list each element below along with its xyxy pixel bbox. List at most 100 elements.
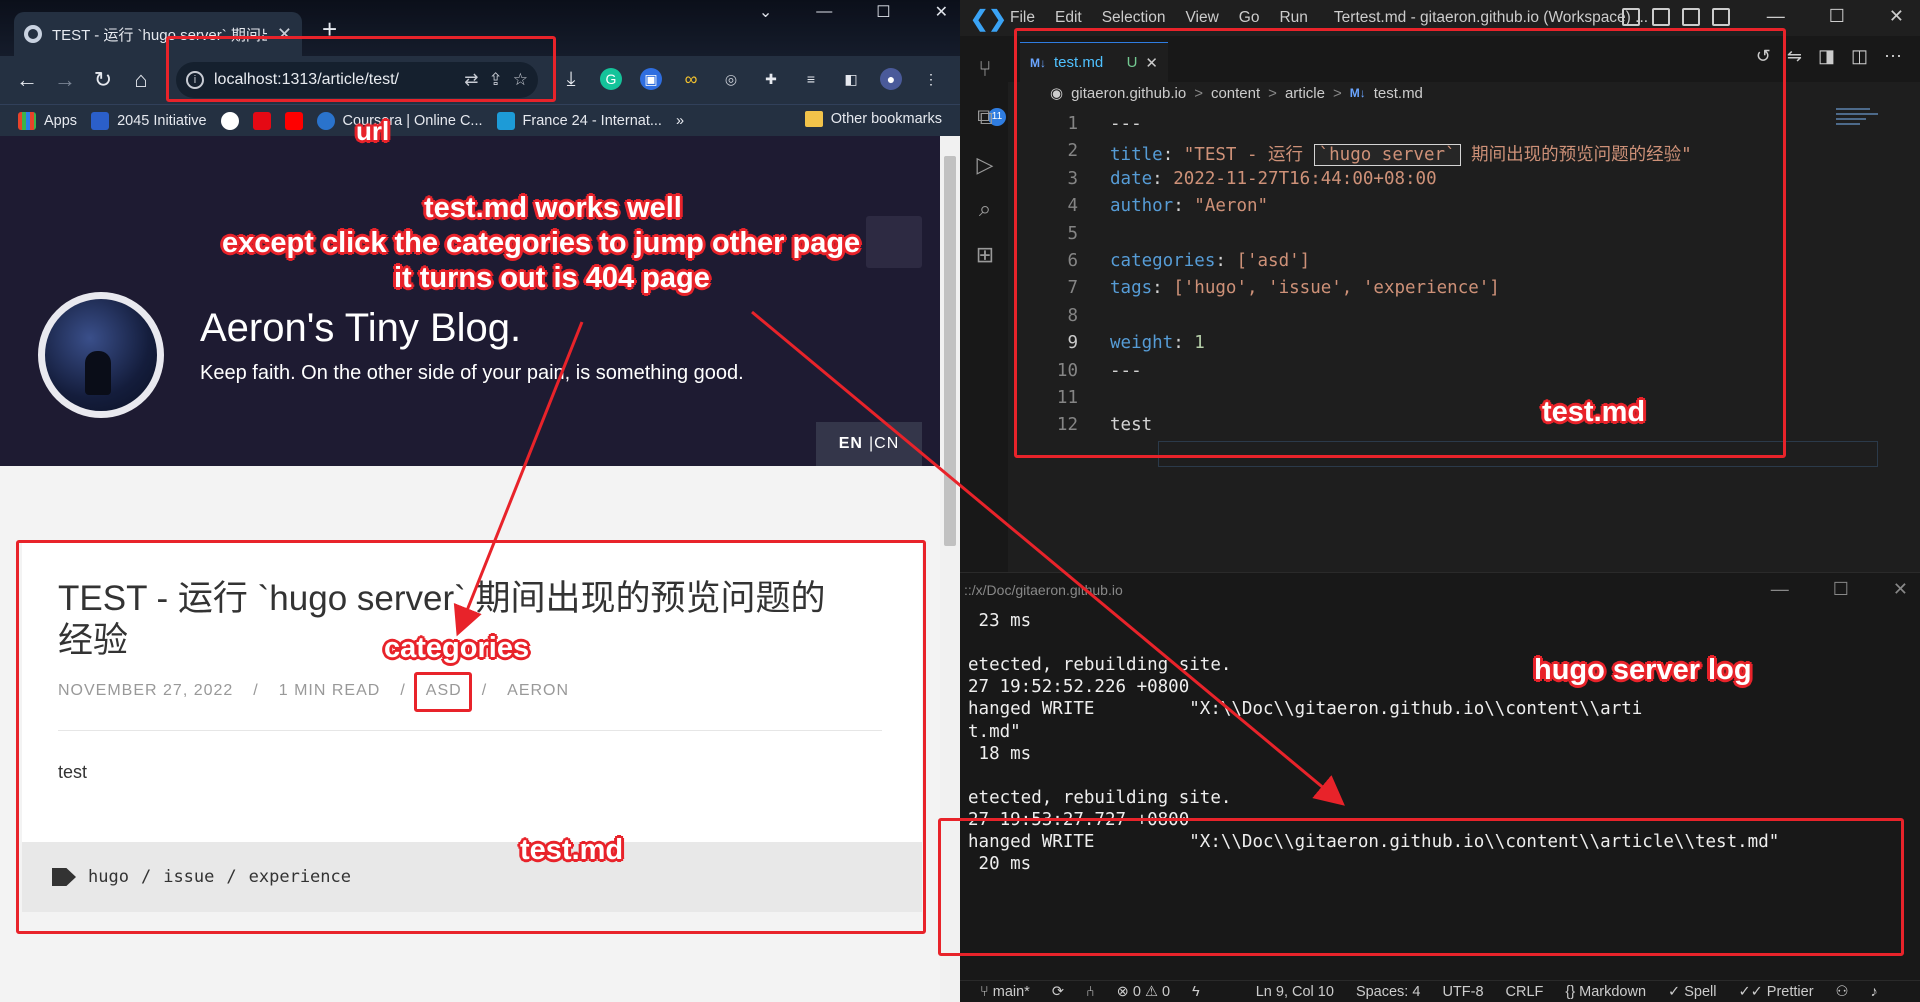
toggle-panel-icon[interactable] <box>1652 8 1670 26</box>
tab-search-icon[interactable]: ⌄ <box>759 2 772 22</box>
language-mode[interactable]: {} Markdown <box>1565 984 1646 1000</box>
avatar[interactable] <box>38 292 164 418</box>
profile-avatar-icon[interactable]: ● <box>880 68 902 90</box>
language-label: Markdown <box>1579 983 1647 1000</box>
terminal-line: etected, rebuilding site. <box>968 655 1232 676</box>
accounts-icon[interactable]: ⚇ <box>1836 984 1849 1000</box>
hamburger-menu-button[interactable] <box>866 216 922 268</box>
minimize-icon[interactable]: — <box>1767 6 1785 27</box>
reload-icon[interactable]: ↻ <box>84 67 122 93</box>
home-icon[interactable]: ⌂ <box>122 67 160 93</box>
bookmark-google[interactable] <box>220 111 239 130</box>
terminal-path: ::/x/Doc/gitaeron.github.io <box>964 582 1123 598</box>
playlist-icon[interactable]: ≡ <box>800 68 822 90</box>
explorer-icon[interactable]: ⧉ <box>972 104 998 130</box>
vscode-window-controls: — ☐ ✕ <box>1767 6 1904 27</box>
more-bookmarks-chevron[interactable]: » <box>676 113 684 129</box>
annotation-headline-2: except click the categories to jump othe… <box>222 227 861 259</box>
spell-status[interactable]: ✓ Spell <box>1668 984 1716 1000</box>
toggle-secondary-sidebar-icon[interactable] <box>1682 8 1700 26</box>
menu-file[interactable]: File <box>1010 9 1035 27</box>
puzzle-icon[interactable]: ✚ <box>760 68 782 90</box>
prettier-status[interactable]: ✓✓ Prettier <box>1738 984 1813 1000</box>
annotation-box-category <box>414 672 472 712</box>
annotation-headline-3: it turns out is 404 page <box>394 262 710 294</box>
branch-status[interactable]: ⑂ main* <box>980 984 1030 1000</box>
bookmark-netflix[interactable] <box>252 111 271 130</box>
lang-en[interactable]: EN <box>839 435 863 453</box>
maximize-icon[interactable]: ☐ <box>1833 579 1849 600</box>
menu-selection[interactable]: Selection <box>1102 9 1166 27</box>
close-window-icon[interactable]: ✕ <box>1889 6 1904 27</box>
infinity-icon[interactable]: ∞ <box>680 68 702 90</box>
encoding[interactable]: UTF-8 <box>1442 984 1483 1000</box>
terminal-line: hanged WRITE "X:\\Doc\\gitaeron.github.i… <box>968 699 1643 720</box>
prettier-label: Prettier <box>1766 983 1814 1000</box>
close-icon[interactable]: ✕ <box>1893 579 1908 600</box>
side-panel-icon[interactable]: ◧ <box>840 68 862 90</box>
terminal-window-controls: — ☐ ✕ <box>1771 579 1908 600</box>
maximize-icon[interactable]: ☐ <box>1829 6 1845 27</box>
back-icon[interactable]: ← <box>8 67 46 93</box>
bookmark-coursera[interactable]: Coursera | Online C... <box>316 111 483 130</box>
terminal-line: 27 19:52:52.226 +0800 <box>968 677 1190 698</box>
youtube-icon <box>284 111 303 130</box>
menu-run[interactable]: Run <box>1279 9 1307 27</box>
toggle-sidebar-icon[interactable] <box>1622 8 1640 26</box>
source-control-icon[interactable]: ⑂ <box>972 56 998 82</box>
lang-cn[interactable]: |CN <box>869 435 899 453</box>
split-editor-icon[interactable]: ◫ <box>1851 46 1868 67</box>
forward-icon[interactable]: → <box>46 67 84 93</box>
run-debug-icon[interactable]: ▷ <box>972 152 998 178</box>
problems-status[interactable]: ⊗ 0 ⚠ 0 <box>1117 984 1170 1000</box>
terminal-line: etected, rebuilding site. <box>968 787 1232 808</box>
menu-go[interactable]: Go <box>1239 9 1260 27</box>
cursor-position[interactable]: Ln 9, Col 10 <box>1256 984 1334 1000</box>
maximize-icon[interactable]: ☐ <box>876 2 890 22</box>
line-ending[interactable]: CRLF <box>1506 984 1544 1000</box>
blog-header: Aeron's Tiny Blog. Keep faith. On the ot… <box>0 136 940 466</box>
minimap[interactable] <box>1836 108 1896 148</box>
notifications-bell-icon[interactable]: ♪ <box>1871 984 1878 1000</box>
incognito-extension-icon[interactable]: ◎ <box>720 68 742 90</box>
sync-icon[interactable]: ⟳ <box>1052 984 1064 1000</box>
menu-kebab-icon[interactable]: ⋮ <box>920 68 942 90</box>
terminal-header: ::/x/Doc/gitaeron.github.io — ☐ ✕ <box>960 573 1920 607</box>
customize-layout-icon[interactable] <box>1712 8 1730 26</box>
download-icon[interactable]: ⤓ <box>560 68 582 90</box>
more-actions-icon[interactable]: ⋯ <box>1884 46 1902 67</box>
layout-controls <box>1622 8 1730 26</box>
extensions-area: ⤓ G ▣ ∞ ◎ ✚ ≡ ◧ ● ⋮ <box>560 68 942 90</box>
minimize-icon[interactable]: — <box>816 3 832 21</box>
extensions-icon[interactable]: ⊞ <box>972 242 998 268</box>
blog-title[interactable]: Aeron's Tiny Blog. <box>200 306 521 351</box>
search-icon[interactable]: ⌕ <box>972 196 998 222</box>
minimize-icon[interactable]: — <box>1771 579 1789 600</box>
other-bookmarks-label: Other bookmarks <box>830 111 942 127</box>
open-preview-icon[interactable]: ◨ <box>1818 46 1835 67</box>
git-graph-icon[interactable]: ⑃ <box>1086 984 1095 1000</box>
bookmark-apps[interactable]: Apps <box>18 111 77 130</box>
other-bookmarks[interactable]: Other bookmarks <box>804 111 942 127</box>
terminal-line: t.md" <box>968 721 1021 742</box>
extension-blue-icon[interactable]: ▣ <box>640 68 662 90</box>
annotation-box-editor <box>1014 28 1786 458</box>
bookmarks-bar: Apps 2045 Initiative Coursera | Online C… <box>0 104 960 136</box>
bookmark-youtube[interactable] <box>284 111 303 130</box>
annotation-box-url <box>166 36 556 102</box>
france24-icon <box>496 111 515 130</box>
lightning-icon[interactable]: ϟ <box>1192 984 1200 1000</box>
annotation-categories: categories <box>384 632 530 664</box>
compare-changes-icon[interactable]: ⇋ <box>1787 46 1802 67</box>
bookmark-2045[interactable]: 2045 Initiative <box>91 111 207 130</box>
blog-tagline: Keep faith. On the other side of your pa… <box>200 362 744 384</box>
menu-edit[interactable]: Edit <box>1055 9 1082 27</box>
bookmark-france24[interactable]: France 24 - Internat... <box>496 111 662 130</box>
close-window-icon[interactable]: ✕ <box>935 2 948 22</box>
menu-view[interactable]: View <box>1185 9 1218 27</box>
language-switcher[interactable]: EN |CN <box>816 422 922 466</box>
scrollbar-thumb[interactable] <box>944 156 956 546</box>
grammarly-icon[interactable]: G <box>600 68 622 90</box>
annotation-url: url <box>356 116 390 146</box>
indentation[interactable]: Spaces: 4 <box>1356 984 1421 1000</box>
